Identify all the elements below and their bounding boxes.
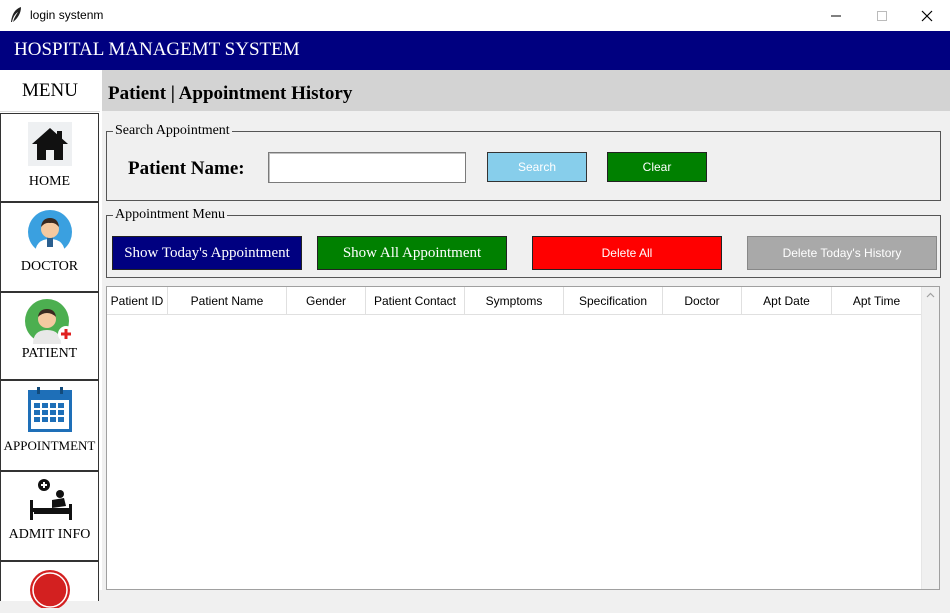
- maximize-icon: [877, 10, 887, 21]
- column-header-patient-contact[interactable]: Patient Contact: [366, 287, 465, 314]
- sidebar-item-appointment[interactable]: APPOINTMENT: [0, 380, 99, 471]
- show-all-appointment-button[interactable]: Show All Appointment: [317, 236, 507, 270]
- appointment-menu-legend: Appointment Menu: [113, 207, 228, 223]
- sidebar-item-label: PATIENT: [21, 346, 78, 361]
- delete-today-history-button[interactable]: Delete Today's History: [747, 236, 937, 270]
- sidebar-item-doctor[interactable]: DOCTOR: [0, 202, 99, 292]
- sidebar-item-label: DOCTOR: [20, 259, 79, 274]
- menu-heading: MENU: [0, 70, 100, 112]
- sidebar-item-admit-info[interactable]: ADMIT INFO: [0, 471, 99, 561]
- feather-app-icon: [9, 6, 23, 29]
- column-header-gender[interactable]: Gender: [287, 287, 366, 314]
- column-header-specification[interactable]: Specification: [564, 287, 663, 314]
- table-header: Patient ID Patient Name Gender Patient C…: [107, 287, 923, 315]
- sidebar-item-home[interactable]: HOME: [0, 113, 99, 202]
- search-group-legend: Search Appointment: [113, 123, 232, 139]
- home-icon: [27, 122, 72, 171]
- minimize-button[interactable]: [813, 0, 859, 31]
- close-icon: [921, 10, 933, 21]
- appointment-table[interactable]: Patient ID Patient Name Gender Patient C…: [106, 286, 940, 590]
- sidebar-item-label: HOME: [28, 174, 71, 189]
- window-title: login systenm: [30, 8, 104, 22]
- app-title: HOSPITAL MANAGEMT SYSTEM: [14, 39, 300, 60]
- minimize-icon: [831, 15, 841, 16]
- sidebar-item-exit[interactable]: [0, 561, 99, 610]
- column-header-symptoms[interactable]: Symptoms: [465, 287, 564, 314]
- calendar-icon: [27, 387, 73, 438]
- table-vertical-scrollbar[interactable]: [921, 287, 939, 589]
- column-header-patient-id[interactable]: Patient ID: [107, 287, 168, 314]
- show-today-appointment-button[interactable]: Show Today's Appointment: [112, 236, 302, 270]
- page-heading-bar: Patient | Appointment History: [102, 70, 950, 111]
- page-title: Patient | Appointment History: [108, 83, 353, 104]
- column-header-doctor[interactable]: Doctor: [663, 287, 742, 314]
- sidebar-item-label: ADMIT INFO: [8, 527, 91, 542]
- app-header: HOSPITAL MANAGEMT SYSTEM: [0, 31, 950, 70]
- column-header-apt-time[interactable]: Apt Time: [832, 287, 922, 314]
- patient-name-label: Patient Name:: [128, 158, 245, 179]
- scroll-up-arrow-icon[interactable]: [922, 287, 939, 304]
- search-button[interactable]: Search: [487, 152, 587, 182]
- exit-icon: [28, 568, 72, 613]
- doctor-icon: [27, 209, 73, 260]
- patient-name-input[interactable]: [268, 152, 466, 183]
- clear-button[interactable]: Clear: [607, 152, 707, 182]
- column-header-apt-date[interactable]: Apt Date: [742, 287, 832, 314]
- column-header-patient-name[interactable]: Patient Name: [168, 287, 287, 314]
- sidebar-item-patient[interactable]: PATIENT: [0, 292, 99, 380]
- maximize-button[interactable]: [859, 0, 905, 31]
- sidebar-item-label: APPOINTMENT: [3, 438, 96, 453]
- appointment-menu-group: Appointment Menu Show Today's Appointmen…: [106, 207, 941, 278]
- search-appointment-group: Search Appointment Patient Name: Search …: [106, 123, 941, 201]
- hospital-bed-icon: [26, 478, 74, 527]
- delete-all-button[interactable]: Delete All: [532, 236, 722, 270]
- close-button[interactable]: [904, 0, 950, 31]
- patient-icon: [24, 298, 75, 349]
- window-title-bar: login systenm: [0, 0, 950, 31]
- sidebar: MENU HOME DOCTOR PATIENT APPOINTMENT ADM…: [0, 70, 102, 610]
